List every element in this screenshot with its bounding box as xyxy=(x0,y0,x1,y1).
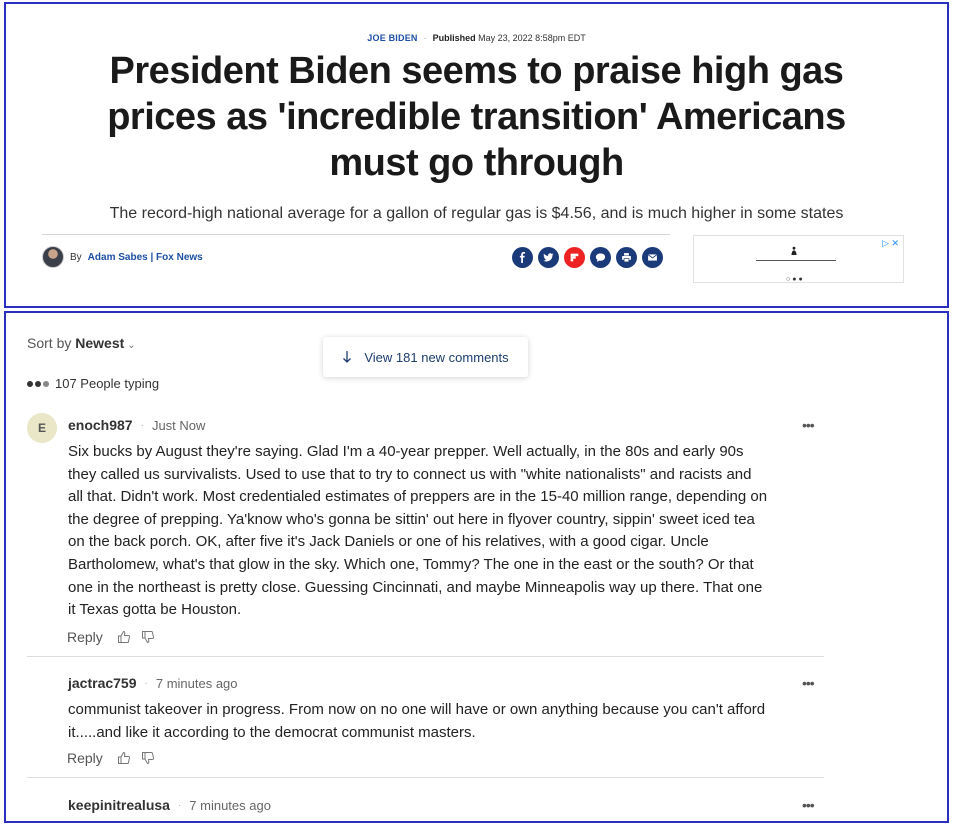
more-options-icon[interactable]: ••• xyxy=(802,417,815,433)
comments-panel: Sort by Newest ⌄ View 181 new comments 10… xyxy=(4,311,949,823)
comment-actions: Reply xyxy=(67,750,155,766)
advertisement[interactable]: ▷ ✕ ○●● xyxy=(693,235,904,283)
email-icon[interactable] xyxy=(642,247,663,268)
view-new-comments-button[interactable]: View 181 new comments xyxy=(323,337,528,377)
comment-actions: Reply xyxy=(67,629,155,645)
arrow-down-icon xyxy=(343,351,352,363)
comment-body: communist takeover in progress. From now… xyxy=(68,701,766,741)
comment-header: jactrac759 · 7 minutes ago xyxy=(68,675,238,691)
article-subheadline: The record-high national average for a g… xyxy=(109,205,844,222)
print-icon[interactable] xyxy=(616,247,637,268)
sort-value: Newest xyxy=(75,335,125,351)
comment-divider xyxy=(27,777,824,778)
comment-timestamp: 7 minutes ago xyxy=(155,675,238,691)
comment-header: keepinitrealusa · 7 minutes ago xyxy=(68,797,271,813)
thumbs-down-icon[interactable] xyxy=(141,630,155,644)
ad-choices-badge[interactable]: ▷ ✕ xyxy=(882,238,899,249)
comment-body: Six bucks by August they're saying. Glad… xyxy=(68,443,768,619)
comment-header: enoch987 · Just Now xyxy=(68,417,205,433)
author-link[interactable]: Adam Sabes | Fox News xyxy=(88,252,203,263)
reply-button[interactable]: Reply xyxy=(67,750,103,766)
typing-indicator: 107 People typing xyxy=(27,376,159,391)
comment-timestamp: Just Now xyxy=(151,417,206,433)
article-eyebrow: JOE BIDEN · Published May 23, 2022 8:58pm … xyxy=(6,33,947,43)
comment-username[interactable]: enoch987 xyxy=(68,417,133,433)
sort-dropdown[interactable]: Sort by Newest ⌄ xyxy=(27,335,136,351)
article-header-panel: JOE BIDEN · Published May 23, 2022 8:58pm … xyxy=(4,2,949,308)
header-separator: · xyxy=(140,419,144,431)
byline-divider xyxy=(42,234,670,235)
chevron-down-icon: ⌄ xyxy=(127,340,136,351)
published-date: May 23, 2022 8:58pm EDT xyxy=(478,33,586,43)
twitter-icon[interactable] xyxy=(538,247,559,268)
comment-username[interactable]: keepinitrealusa xyxy=(68,797,170,813)
facebook-icon[interactable] xyxy=(512,247,533,268)
byline-prefix: By xyxy=(70,251,82,263)
eyebrow-separator: · xyxy=(423,33,427,43)
more-options-icon[interactable]: ••• xyxy=(802,797,815,813)
view-new-comments-label: View 181 new comments xyxy=(364,349,509,365)
thumbs-down-icon[interactable] xyxy=(141,751,155,765)
byline: By Adam Sabes | Fox News xyxy=(42,246,203,268)
more-options-icon[interactable]: ••• xyxy=(802,675,815,691)
typing-label: 107 People typing xyxy=(55,376,160,391)
published-label: Published xyxy=(432,33,476,43)
comment-icon[interactable] xyxy=(590,247,611,268)
header-separator: · xyxy=(177,799,182,811)
comment-timestamp: 7 minutes ago xyxy=(189,797,271,813)
header-separator: · xyxy=(144,677,148,689)
comment-divider xyxy=(27,656,824,657)
ad-logo-icon xyxy=(791,246,797,255)
comment-username[interactable]: jactrac759 xyxy=(68,675,137,691)
ad-signature-line xyxy=(756,260,836,261)
flipboard-icon[interactable] xyxy=(564,247,585,268)
avatar[interactable]: E xyxy=(27,413,57,443)
author-avatar[interactable] xyxy=(42,246,64,268)
article-headline: President Biden seems to praise high gas… xyxy=(107,50,846,184)
thumbs-up-icon[interactable] xyxy=(117,751,131,765)
ad-carousel-dots[interactable]: ○●● xyxy=(786,276,805,283)
reply-button[interactable]: Reply xyxy=(67,629,103,645)
sort-label: Sort by xyxy=(27,335,72,351)
typing-dots-icon xyxy=(27,380,49,387)
thumbs-up-icon[interactable] xyxy=(117,630,131,644)
category-link[interactable]: JOE BIDEN xyxy=(367,33,417,43)
share-bar xyxy=(512,247,663,268)
